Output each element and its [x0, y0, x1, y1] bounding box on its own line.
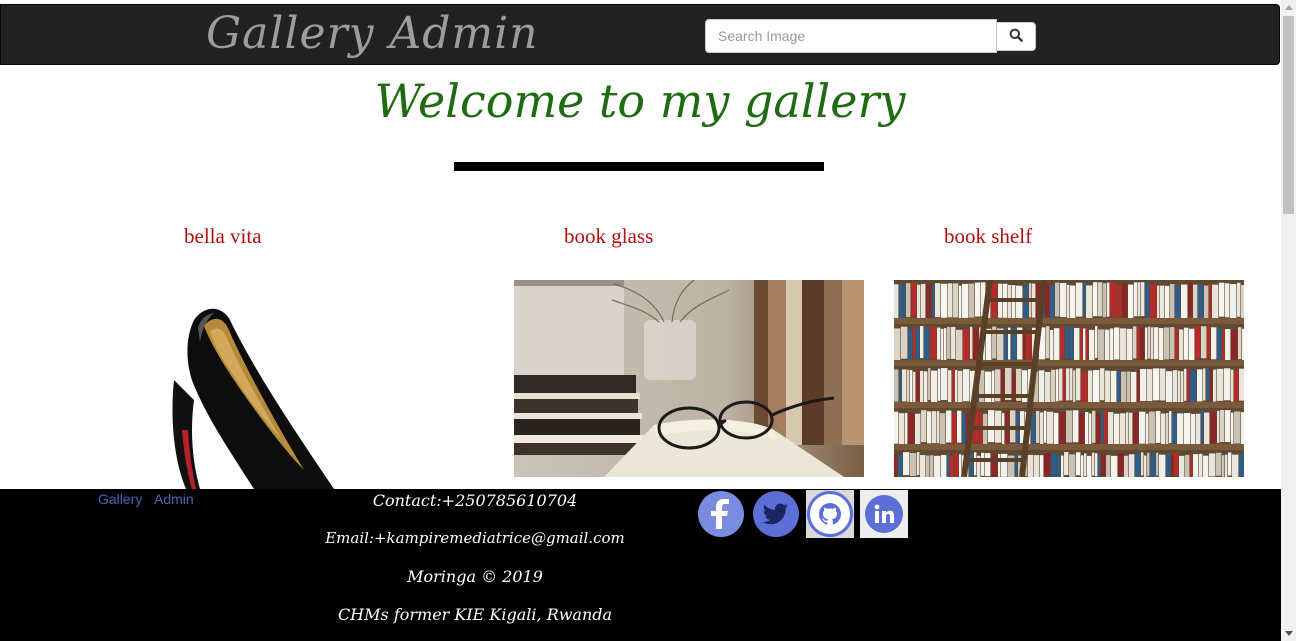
footer-link-gallery[interactable]: Gallery: [98, 491, 142, 507]
gallery-image-book-glass[interactable]: [514, 280, 864, 477]
footer: Gallery Admin Contact:+250785610704 Emai…: [0, 489, 1281, 641]
twitter-icon: [753, 491, 799, 537]
scroll-down-arrow-icon[interactable]: [1281, 626, 1296, 641]
twitter-link[interactable]: [752, 490, 800, 538]
navbar: Gallery Admin: [0, 4, 1280, 65]
scroll-up-arrow-icon[interactable]: [1281, 0, 1296, 15]
facebook-link[interactable]: [697, 490, 745, 538]
facebook-icon: [698, 491, 744, 537]
search-icon: [1009, 28, 1023, 45]
footer-copyright: Moringa © 2019: [407, 567, 543, 586]
card-title-book-shelf[interactable]: book shelf: [944, 224, 1032, 249]
search-input[interactable]: [705, 19, 997, 53]
card-title-book-glass[interactable]: book glass: [564, 224, 653, 249]
linkedin-link[interactable]: [860, 490, 908, 538]
footer-email: Email:+kampiremediatrice@gmail.com: [325, 529, 625, 547]
scroll-thumb[interactable]: [1283, 16, 1294, 214]
github-link[interactable]: [806, 490, 854, 538]
search-button[interactable]: [996, 22, 1036, 51]
linkedin-icon: [865, 495, 903, 533]
page-scrollbar[interactable]: [1281, 0, 1296, 641]
page-title: Welcome to my gallery: [374, 74, 906, 128]
brand-logo[interactable]: Gallery Admin: [206, 5, 539, 66]
gallery-image-book-shelf[interactable]: [894, 280, 1244, 477]
footer-contact: Contact:+250785610704: [372, 491, 578, 510]
gallery-image-shoe[interactable]: [134, 280, 484, 489]
github-icon: [807, 491, 853, 537]
card-title-bella-vita[interactable]: bella vita: [184, 224, 262, 249]
heading-divider: [454, 162, 824, 171]
footer-address: CHMs former KIE Kigali, Rwanda: [337, 605, 613, 624]
footer-link-admin[interactable]: Admin: [154, 491, 194, 507]
